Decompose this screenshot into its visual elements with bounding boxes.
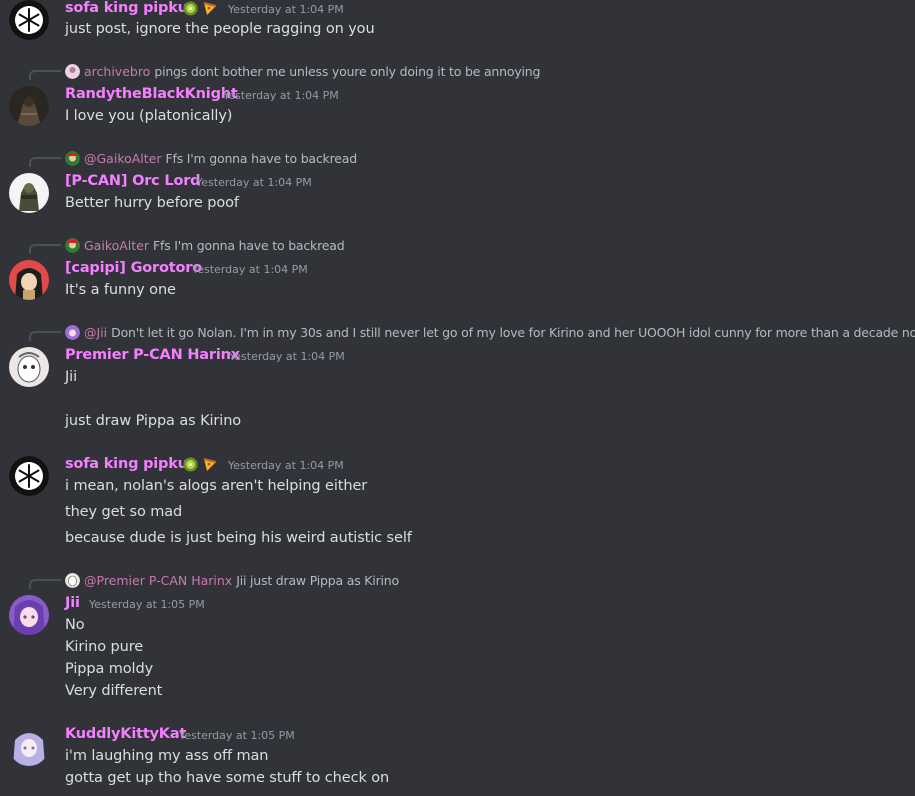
- reply-preview[interactable]: archivebro pings dont bother me unless y…: [65, 62, 540, 80]
- timestamp: Yesterday at 1:04 PM: [228, 3, 344, 16]
- username[interactable]: sofa king pipkun: [65, 456, 198, 472]
- snowflake-avatar-icon[interactable]: [9, 456, 49, 496]
- username[interactable]: Jii: [65, 595, 80, 611]
- reply-text: Don't let it go Nolan. I'm in my 30s and…: [111, 324, 915, 340]
- message-text: just post, ignore the people ragging on …: [65, 21, 375, 37]
- orc-avatar-icon[interactable]: [9, 173, 49, 213]
- reply-spine: [29, 579, 61, 589]
- reply-author[interactable]: GaikoAlter: [84, 238, 149, 253]
- snowflake-avatar-icon[interactable]: [9, 0, 49, 40]
- purple-hair-avatar-icon[interactable]: [9, 595, 49, 635]
- pizza-icon: [202, 1, 217, 16]
- reply-text: Ffs I'm gonna have to backread: [153, 237, 345, 253]
- kiwi-icon: [183, 457, 198, 472]
- sketch-face-avatar-icon[interactable]: [9, 347, 49, 387]
- message-text: i'm laughing my ass off man: [65, 748, 269, 764]
- message-text: because dude is just being his weird aut…: [65, 530, 412, 546]
- reply-preview[interactable]: @GaikoAlter Ffs I'm gonna have to backre…: [65, 149, 357, 167]
- username[interactable]: KuddlyKittyKat: [65, 726, 186, 742]
- message-text: Very different: [65, 683, 163, 699]
- reply-avatar-icon: [65, 63, 80, 79]
- message-text: just draw Pippa as Kirino: [65, 413, 242, 429]
- reply-avatar-icon: [65, 150, 80, 166]
- message-text: It's a funny one: [65, 282, 176, 298]
- message-text: i mean, nolan's alogs aren't helping eit…: [65, 478, 368, 494]
- timestamp: Yesterday at 1:04 PM: [229, 350, 345, 363]
- reply-author[interactable]: archivebro: [84, 64, 150, 79]
- reply-avatar-icon: [65, 572, 80, 588]
- timestamp: Yesterday at 1:05 PM: [89, 598, 205, 611]
- reply-preview[interactable]: @Premier P-CAN Harinx Jii just draw Pipp…: [65, 571, 399, 589]
- reply-author[interactable]: @Premier P-CAN Harinx: [84, 573, 232, 588]
- reply-avatar-icon: [65, 237, 80, 253]
- lavender-hair-avatar-icon[interactable]: [9, 726, 49, 766]
- reply-spine: [29, 331, 61, 341]
- reply-author[interactable]: @Jii: [84, 325, 107, 340]
- anime-girl-avatar-icon[interactable]: [9, 260, 49, 300]
- reply-text: Ffs I'm gonna have to backread: [165, 150, 358, 166]
- timestamp: Yesterday at 1:04 PM: [192, 263, 308, 276]
- knight-avatar-icon[interactable]: [9, 86, 49, 126]
- kiwi-icon: [183, 1, 198, 16]
- username[interactable]: Premier P-CAN Harinx: [65, 347, 240, 363]
- pizza-icon: [202, 457, 217, 472]
- reply-spine: [29, 244, 61, 254]
- message-text: Better hurry before poof: [65, 195, 239, 211]
- username[interactable]: [P-CAN] Orc Lord: [65, 173, 201, 189]
- message-text: Pippa moldy: [65, 661, 154, 677]
- timestamp: Yesterday at 1:04 PM: [196, 176, 312, 189]
- reply-preview[interactable]: GaikoAlter Ffs I'm gonna have to backrea…: [65, 236, 345, 254]
- reply-preview[interactable]: @Jii Don't let it go Nolan. I'm in my 30…: [65, 323, 915, 341]
- username[interactable]: RandytheBlackKnight: [65, 86, 238, 102]
- message-text: I love you (platonically): [65, 108, 233, 124]
- message-text: they get so mad: [65, 504, 183, 520]
- reply-text: pings dont bother me unless youre only d…: [154, 63, 541, 79]
- timestamp: Yesterday at 1:05 PM: [179, 729, 295, 742]
- reply-author[interactable]: @GaikoAlter: [84, 151, 162, 166]
- message-text: No: [65, 617, 85, 633]
- reply-avatar-icon: [65, 324, 80, 340]
- reply-spine: [29, 70, 61, 80]
- username[interactable]: sofa king pipkun: [65, 0, 198, 16]
- timestamp: Yesterday at 1:04 PM: [223, 89, 339, 102]
- message-text: gotta get up tho have some stuff to chec…: [65, 770, 390, 786]
- username[interactable]: [capipi] Gorotoro: [65, 260, 202, 276]
- reply-spine: [29, 157, 61, 167]
- message-text: Kirino pure: [65, 639, 144, 655]
- message-text: Jii: [65, 369, 78, 385]
- reply-text: Jii just draw Pippa as Kirino: [236, 572, 399, 588]
- timestamp: Yesterday at 1:04 PM: [228, 459, 344, 472]
